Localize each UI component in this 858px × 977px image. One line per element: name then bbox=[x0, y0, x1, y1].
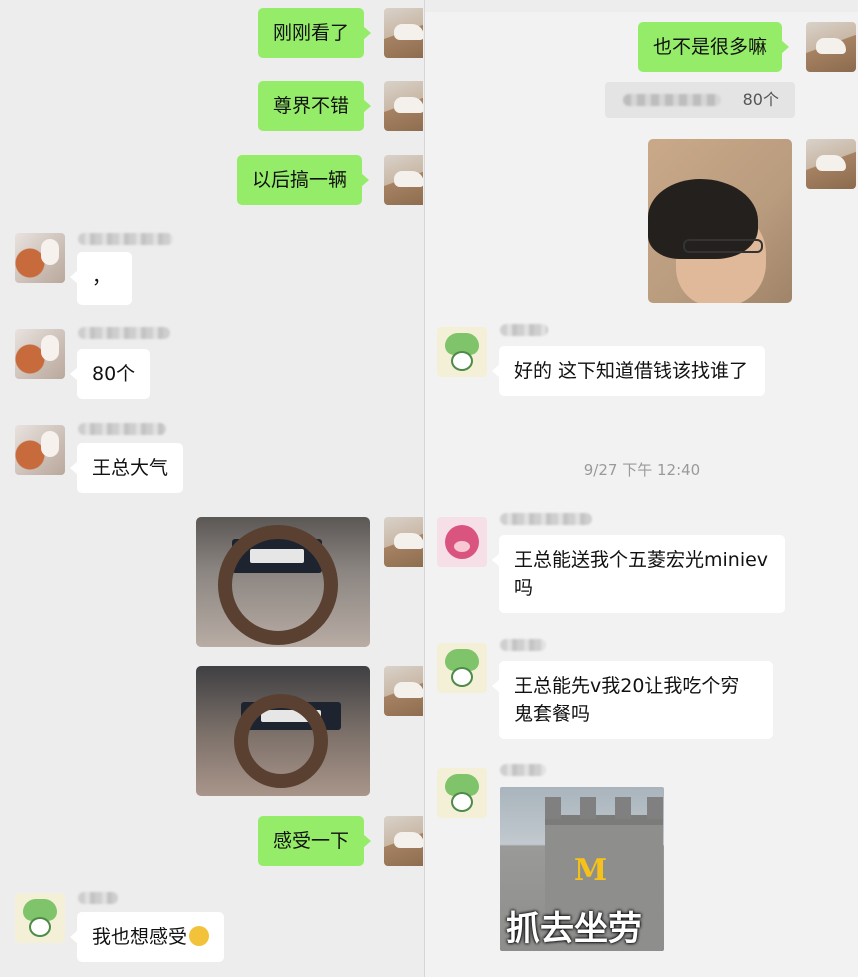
contact-avatar[interactable] bbox=[15, 233, 65, 283]
my-avatar[interactable] bbox=[384, 155, 423, 205]
message-text: 王总能送我个五菱宏光miniev吗 bbox=[514, 549, 769, 599]
message-text: 尊界不错 bbox=[273, 95, 350, 117]
contact-avatar[interactable] bbox=[437, 768, 487, 818]
my-avatar[interactable] bbox=[384, 517, 423, 567]
my-avatar[interactable] bbox=[806, 139, 856, 189]
car-interior-photo[interactable] bbox=[196, 517, 370, 647]
message-text: 好的 这下知道借钱该找谁了 bbox=[514, 360, 749, 382]
sender-name-blurred bbox=[500, 324, 548, 336]
message-bubble[interactable]: 尊界不错 bbox=[258, 81, 372, 131]
message-bubble[interactable]: 也不是很多嘛 bbox=[638, 22, 790, 72]
sender-name-blurred bbox=[500, 513, 592, 525]
my-avatar[interactable] bbox=[384, 666, 423, 716]
message-bubble[interactable]: 以后搞一辆 bbox=[237, 155, 370, 205]
quoted-name-blurred bbox=[623, 94, 721, 106]
pleading-face-emoji-icon bbox=[189, 926, 210, 946]
message-text: 也不是很多嘛 bbox=[653, 36, 768, 58]
sender-name-blurred bbox=[78, 423, 166, 435]
message-bubble[interactable]: 好的 这下知道借钱该找谁了 bbox=[492, 346, 765, 396]
meme-caption: 抓去坐劳 bbox=[506, 909, 642, 949]
car-interior-photo[interactable] bbox=[196, 666, 370, 796]
tower-crenel bbox=[580, 797, 596, 819]
message-text: 我也想感受 bbox=[92, 926, 188, 948]
message-bubble[interactable]: ， bbox=[70, 252, 132, 305]
steering-wheel bbox=[218, 525, 338, 645]
quote-reply-bar[interactable]: 80个 bbox=[605, 82, 795, 118]
message-bubble[interactable]: 王总能送我个五菱宏光miniev吗 bbox=[492, 535, 785, 613]
right-chat-pane: 也不是很多嘛 80个 好的 这下知道借钱该找谁了 9/27 下午 12:40 王… bbox=[424, 0, 858, 977]
message-bubble[interactable]: 王总能先v我20让我吃个穷鬼套餐吗 bbox=[492, 661, 773, 739]
message-text: 王总能先v我20让我吃个穷鬼套餐吗 bbox=[514, 675, 740, 725]
contact-avatar[interactable] bbox=[437, 643, 487, 693]
message-text: 以后搞一辆 bbox=[252, 169, 348, 191]
meme-sticker[interactable]: M 抓去坐劳 bbox=[500, 787, 664, 951]
sender-name-blurred bbox=[78, 327, 170, 339]
message-bubble[interactable]: 我也想感受 bbox=[69, 912, 225, 962]
sender-name-blurred bbox=[500, 764, 546, 776]
message-bubble[interactable]: 王总大气 bbox=[69, 443, 184, 493]
contact-avatar[interactable] bbox=[437, 327, 487, 377]
left-chat-pane: 刚刚看了 尊界不错 以后搞一辆 ， 80个 王总大气 感受一下 我也想感受 bbox=[0, 0, 423, 977]
message-bubble[interactable]: 感受一下 bbox=[258, 816, 372, 866]
my-avatar[interactable] bbox=[384, 81, 423, 131]
quoted-text: 80个 bbox=[742, 90, 779, 109]
contact-avatar[interactable] bbox=[15, 329, 65, 379]
sender-name-blurred bbox=[78, 233, 173, 245]
sender-name-blurred bbox=[500, 639, 546, 651]
tower-crenel bbox=[545, 797, 561, 819]
my-avatar[interactable] bbox=[384, 816, 423, 866]
message-text: 刚刚看了 bbox=[273, 22, 350, 44]
timestamp: 9/27 下午 12:40 bbox=[583, 461, 701, 479]
message-bubble[interactable]: 80个 bbox=[69, 349, 151, 399]
tower-crenel bbox=[615, 797, 631, 819]
my-avatar[interactable] bbox=[384, 8, 423, 58]
message-text: 80个 bbox=[92, 363, 136, 385]
message-text: ， bbox=[92, 266, 112, 288]
message-text: 王总大气 bbox=[92, 457, 169, 479]
my-avatar[interactable] bbox=[806, 22, 856, 72]
selfie-photo[interactable] bbox=[648, 139, 792, 303]
glasses bbox=[683, 239, 763, 253]
steering-wheel bbox=[234, 694, 328, 788]
message-bubble[interactable]: 刚刚看了 bbox=[258, 8, 372, 58]
message-text: 感受一下 bbox=[273, 830, 350, 852]
tower-crenel bbox=[647, 797, 663, 819]
contact-avatar[interactable] bbox=[15, 893, 65, 943]
contact-avatar[interactable] bbox=[15, 425, 65, 475]
mcdonalds-logo-icon: M bbox=[574, 853, 608, 888]
sender-name-blurred bbox=[78, 892, 118, 904]
contact-avatar[interactable] bbox=[437, 517, 487, 567]
